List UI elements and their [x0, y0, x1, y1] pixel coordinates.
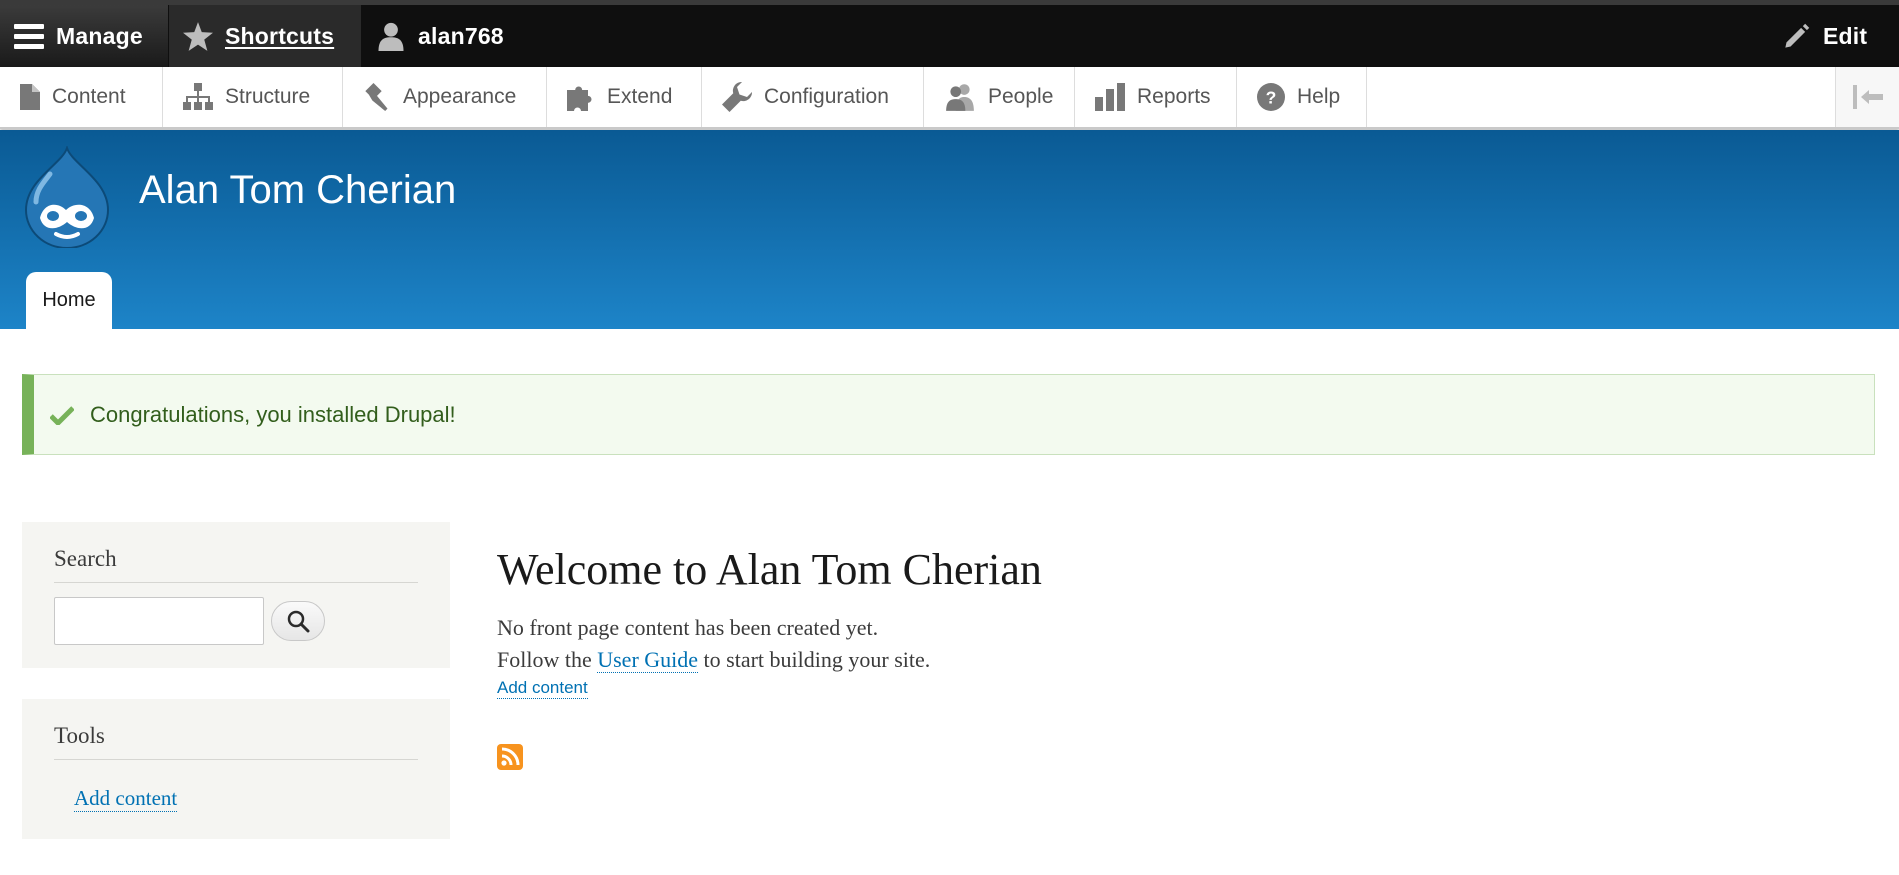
main-content: Welcome to Alan Tom Cherian No front pag… [497, 540, 1797, 699]
tray-item-label: Structure [225, 85, 311, 108]
star-icon [183, 21, 213, 51]
drupal-logo-icon [24, 144, 110, 249]
tools-block: Tools Add content [22, 699, 450, 839]
search-icon [287, 610, 310, 633]
help-icon: ? [1257, 83, 1285, 111]
svg-text:?: ? [1266, 87, 1277, 107]
page-title: Welcome to Alan Tom Cherian [497, 545, 1042, 594]
search-block: Search [22, 522, 450, 668]
no-content-message: No front page content has been created y… [497, 615, 879, 640]
tray-item-people[interactable]: People [924, 67, 1075, 127]
tools-add-content-link[interactable]: Add content [74, 786, 178, 812]
manage-label: Manage [56, 22, 143, 49]
tray-item-help[interactable]: ? Help [1237, 67, 1367, 127]
edit-button[interactable]: Edit [1759, 5, 1899, 67]
sitemap-icon [183, 83, 213, 110]
tray-item-extend[interactable]: Extend [547, 67, 702, 127]
site-header: Alan Tom Cherian Home [0, 130, 1899, 329]
site-name[interactable]: Alan Tom Cherian [139, 168, 456, 213]
search-block-title: Search [54, 522, 418, 583]
tray-item-label: Appearance [403, 85, 517, 108]
user-name: alan768 [418, 22, 504, 49]
rss-feed-icon [497, 744, 523, 770]
user-icon [378, 22, 404, 51]
tray-item-configuration[interactable]: Configuration [702, 67, 924, 127]
tray-item-label: Configuration [764, 85, 889, 108]
add-content-link[interactable]: Add content [497, 678, 588, 699]
tray-item-label: Reports [1137, 85, 1211, 108]
tools-block-title: Tools [54, 699, 418, 760]
tray-item-label: Help [1297, 85, 1341, 108]
search-button[interactable] [271, 601, 325, 641]
search-input[interactable] [54, 597, 264, 645]
user-guide-message: Follow the User Guide to start building … [497, 644, 1797, 676]
user-button[interactable]: alan768 [362, 5, 504, 67]
shortcuts-button[interactable]: Shortcuts [169, 5, 361, 67]
rss-feed-link[interactable] [497, 744, 523, 775]
admin-tray-menu: Content Structure Appearance Extend Conf… [0, 67, 1899, 129]
paintbrush-icon [365, 83, 388, 111]
wrench-icon [722, 82, 752, 112]
bar-chart-icon [1095, 83, 1125, 111]
tab-home[interactable]: Home [26, 272, 112, 329]
orientation-toggle-icon [1852, 85, 1883, 109]
manage-button[interactable]: Manage [0, 5, 168, 67]
shortcuts-label: Shortcuts [225, 22, 335, 49]
puzzle-icon [567, 86, 592, 111]
tray-item-reports[interactable]: Reports [1075, 67, 1237, 127]
hamburger-icon [14, 24, 44, 49]
site-logo[interactable] [20, 144, 114, 253]
tray-item-label: Content [52, 85, 126, 108]
checkmark-icon [50, 405, 74, 425]
pencil-icon [1785, 23, 1810, 48]
search-form [54, 597, 418, 645]
tray-item-label: Extend [607, 85, 673, 108]
tray-item-appearance[interactable]: Appearance [343, 67, 547, 127]
people-icon [946, 84, 974, 111]
orientation-toggle-button[interactable] [1835, 67, 1899, 127]
user-guide-text-after: to start building your site. [698, 647, 931, 672]
tray-item-content[interactable]: Content [0, 67, 163, 127]
user-guide-text-before: Follow the [497, 647, 598, 672]
admin-toolbar: Manage Shortcuts alan768 Edit [0, 0, 1899, 67]
user-guide-link[interactable]: User Guide [597, 647, 699, 673]
edit-label: Edit [1823, 22, 1868, 49]
tray-item-structure[interactable]: Structure [163, 67, 343, 127]
status-message-text: Congratulations, you installed Drupal! [90, 401, 456, 427]
file-icon [20, 84, 40, 110]
status-message: Congratulations, you installed Drupal! [22, 374, 1875, 455]
tray-item-label: People [988, 85, 1054, 108]
